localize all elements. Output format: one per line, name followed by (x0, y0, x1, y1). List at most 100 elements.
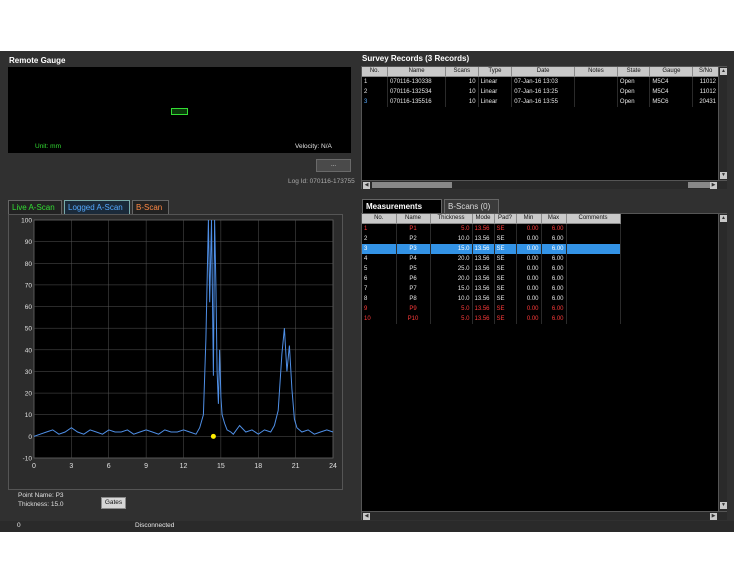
meas-cell-max: 6.00 (541, 254, 567, 264)
meas-cell-name: P7 (396, 284, 431, 294)
measurement-row[interactable]: 8 P8 10.0 13.56 SE 0.00 6.00 (362, 294, 621, 304)
y-tick-label: 60 (25, 304, 33, 311)
meas-cell-max: 6.00 (541, 284, 567, 294)
meas-col-header[interactable]: Thickness (430, 214, 473, 224)
meas-col-header[interactable]: Pad? (494, 214, 517, 224)
meas-cell-thickness: 5.0 (430, 223, 473, 234)
meas-cell-no: 3 (362, 244, 397, 254)
survey-cell-no: 1 (362, 76, 389, 87)
survey-col-header[interactable]: Gauge (649, 67, 694, 77)
measurement-row[interactable]: 5 P5 25.0 13.56 SE 0.00 6.00 (362, 264, 621, 274)
meas-cell-thickness: 15.0 (430, 244, 473, 254)
log-id-label: Log Id: 070116-173755 (288, 178, 355, 185)
meas-cell-pad: SE (494, 244, 517, 254)
meas-cell-min: 0.00 (516, 254, 542, 264)
tab-live-ascan[interactable]: Live A-Scan (8, 200, 62, 214)
x-tick-label: 0 (32, 463, 36, 470)
survey-cell-date: 07-Jan-16 13:25 (511, 87, 575, 97)
meas-scroll-up-icon[interactable]: ▲ (720, 215, 727, 222)
survey-cell-type: Linear (478, 87, 513, 97)
survey-col-header[interactable]: S/No (692, 67, 719, 77)
measurement-row[interactable]: 7 P7 15.0 13.56 SE 0.00 6.00 (362, 284, 621, 294)
measurement-row[interactable]: 3 P3 15.0 13.56 SE 0.00 6.00 (362, 244, 621, 254)
meas-cell-no: 4 (362, 254, 397, 264)
survey-row[interactable]: 3 070116-135516 10 Linear 07-Jan-16 13:55 Ope… (362, 97, 719, 107)
meas-col-header[interactable]: Max (541, 214, 567, 224)
meas-cell-max: 6.00 (541, 304, 567, 314)
status-bar: 0 Disconnected (0, 521, 734, 532)
tab-logged-ascan[interactable]: Logged A-Scan (64, 200, 130, 214)
tab-measurements[interactable]: Measurements (10) (362, 199, 442, 224)
measurements-vscrollbar[interactable]: ▲ ▼ (718, 214, 727, 511)
measurement-row[interactable]: 10 P10 5.0 13.56 SE 0.00 6.00 (362, 314, 621, 324)
survey-col-header[interactable]: Type (478, 67, 513, 77)
meas-cell-name: P8 (396, 294, 431, 304)
meas-col-header[interactable]: Mode (472, 214, 495, 224)
survey-cell-scans: 10 (445, 97, 479, 107)
measurement-row[interactable]: 1 P1 5.0 13.56 SE 0.00 6.00 (362, 223, 621, 234)
hscroll-thumb[interactable] (372, 182, 452, 188)
survey-cell-no: 3 (362, 97, 389, 107)
survey-cell-scans: 10 (445, 76, 479, 87)
meas-cell-pad: SE (494, 284, 517, 294)
y-tick-label: 30 (25, 369, 33, 376)
hscroll-thumb-right[interactable] (688, 182, 712, 188)
survey-vscrollbar[interactable]: ▲ ▼ (718, 67, 727, 180)
survey-table: No. Name Scans Type Date Notes State Gauge S/No … (362, 67, 719, 107)
survey-col-header[interactable]: State (617, 67, 651, 77)
meas-col-header[interactable]: No. (362, 214, 397, 224)
ascan-chart: 0 3 6 9 12 15 18 21 24-100102030405060708090100 (21, 218, 337, 471)
measurement-row[interactable]: 9 P9 5.0 13.56 SE 0.00 6.00 (362, 304, 621, 314)
meas-cell-comments (566, 223, 621, 234)
survey-cell-gauge: M5C4 (649, 76, 694, 87)
meas-scroll-right-icon[interactable]: ▶ (710, 513, 717, 520)
scroll-up-icon[interactable]: ▲ (720, 68, 727, 75)
measurement-row[interactable]: 2 P2 10.0 13.56 SE 0.00 6.00 (362, 234, 621, 244)
scroll-left-icon[interactable]: ◀ (363, 182, 370, 189)
meas-cell-mode: 13.56 (472, 234, 495, 244)
scroll-right-icon[interactable]: ▶ (710, 182, 717, 189)
survey-col-header[interactable]: Date (511, 67, 575, 77)
meas-scroll-left-icon[interactable]: ◀ (363, 513, 370, 520)
meas-cell-max: 6.00 (541, 244, 567, 254)
survey-col-header[interactable]: Scans (445, 67, 479, 77)
meas-scroll-down-icon[interactable]: ▼ (720, 502, 727, 509)
measurement-row[interactable]: 4 P4 20.0 13.56 SE 0.00 6.00 (362, 254, 621, 264)
gates-button[interactable]: Gates (101, 497, 126, 509)
scroll-down-icon[interactable]: ▼ (720, 172, 727, 179)
meas-cell-no: 1 (362, 223, 397, 234)
survey-hscrollbar[interactable]: ◀ ▶ (362, 180, 727, 189)
meas-cell-name: P4 (396, 254, 431, 264)
meas-cell-name: P3 (396, 244, 431, 254)
meas-cell-mode: 13.56 (472, 264, 495, 274)
survey-col-header[interactable]: Notes (574, 67, 618, 77)
meas-col-header[interactable]: Name (396, 214, 431, 224)
app-window: Remote Gauge Unit: mm Velocity: N/A ... … (0, 51, 734, 532)
measurement-row[interactable]: 6 P6 20.0 13.56 SE 0.00 6.00 (362, 274, 621, 284)
tab-bscans[interactable]: B-Scans (0) (444, 199, 499, 213)
meas-cell-min: 0.00 (516, 304, 542, 314)
survey-row[interactable]: 2 070116-132534 10 Linear 07-Jan-16 13:25 Ope… (362, 87, 719, 97)
survey-cell-state: Open (617, 97, 651, 107)
meas-cell-thickness: 10.0 (430, 294, 473, 304)
velocity-label: Velocity: N/A (295, 143, 332, 150)
meas-cell-pad: SE (494, 254, 517, 264)
meas-cell-mode: 13.56 (472, 284, 495, 294)
gauge-indicator (171, 108, 188, 115)
survey-row[interactable]: 1 070116-130338 10 Linear 07-Jan-16 13:03 Ope… (362, 76, 719, 87)
x-tick-label: 18 (254, 463, 262, 470)
meas-cell-max: 6.00 (541, 294, 567, 304)
tab-bscan[interactable]: B-Scan (132, 200, 169, 214)
meas-col-header[interactable]: Comments (566, 214, 621, 224)
meas-cell-no: 5 (362, 264, 397, 274)
x-tick-label: 3 (69, 463, 73, 470)
remote-gauge-button[interactable]: ... (316, 159, 351, 172)
survey-cell-notes (574, 87, 618, 97)
survey-col-header[interactable]: Name (387, 67, 447, 77)
measurements-hscrollbar[interactable]: ◀ ▶ (362, 511, 727, 520)
y-tick-label: 90 (25, 239, 33, 246)
survey-col-header[interactable]: No. (362, 67, 389, 77)
meas-cell-thickness: 25.0 (430, 264, 473, 274)
y-tick-label: 0 (28, 434, 32, 441)
meas-col-header[interactable]: Min (516, 214, 542, 224)
